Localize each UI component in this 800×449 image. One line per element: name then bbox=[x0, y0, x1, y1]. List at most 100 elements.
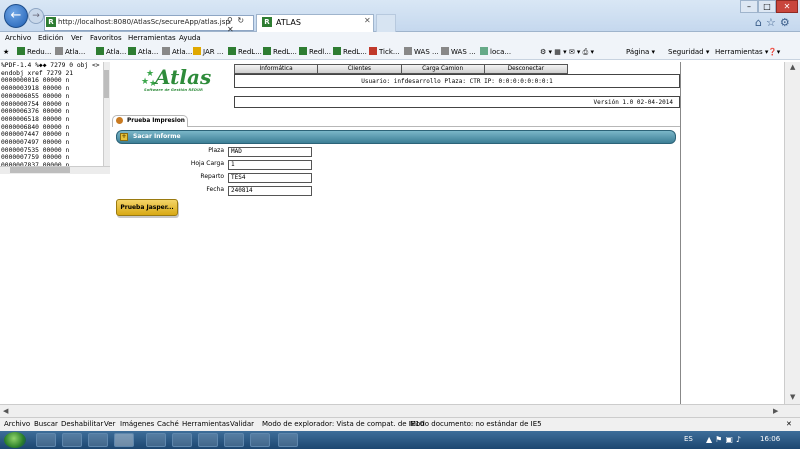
pdf-line: 0000006518 00000 n bbox=[1, 115, 70, 123]
dev-archivo[interactable]: Archivo bbox=[4, 420, 30, 429]
menu-ver[interactable]: Ver bbox=[71, 33, 82, 43]
section-header[interactable] bbox=[116, 130, 676, 144]
favorite-link[interactable]: Atla... bbox=[128, 47, 158, 57]
hoja-carga-label: Hoja Carga bbox=[190, 160, 224, 167]
command-icons[interactable]: ⚙ ▾ ▦ ▾ ✉ ▾ ⎙ ▾ bbox=[540, 47, 594, 57]
nav-informatica[interactable]: Informática bbox=[235, 65, 319, 73]
tab-close-icon[interactable]: ✕ bbox=[364, 16, 371, 25]
page-vscroll[interactable]: ▲ ▼ bbox=[784, 62, 800, 404]
pdf-line: %PDF-1.4 %◆◆ 7279 0 obj <> bbox=[1, 62, 100, 69]
favorite-link[interactable]: Tick... bbox=[369, 47, 400, 57]
dev-validar[interactable]: Validar bbox=[230, 420, 254, 429]
menu-ayuda[interactable]: Ayuda bbox=[179, 33, 201, 43]
tab-atlas[interactable] bbox=[256, 14, 374, 32]
favorite-link[interactable]: Atla... bbox=[162, 47, 192, 57]
back-button[interactable]: ← bbox=[4, 4, 28, 28]
dev-close-icon[interactable]: ✕ bbox=[786, 420, 792, 429]
command-pagina[interactable]: Página ▾ bbox=[626, 47, 655, 57]
scroll-down-icon[interactable]: ▼ bbox=[790, 393, 795, 401]
dev-cache[interactable]: Caché bbox=[157, 420, 179, 429]
taskbar-app-icon[interactable] bbox=[278, 433, 298, 447]
help-icon[interactable]: ❓▾ bbox=[768, 47, 780, 57]
maximize-icon[interactable]: □ bbox=[758, 0, 776, 13]
command-herramientas[interactable]: Herramientas ▾ bbox=[715, 47, 768, 57]
command-seguridad[interactable]: Seguridad ▾ bbox=[668, 47, 709, 57]
left-pane-hscroll-thumb[interactable] bbox=[10, 167, 70, 173]
tray-lang[interactable]: ES bbox=[684, 435, 693, 443]
favorite-link[interactable]: WAS ... bbox=[404, 47, 439, 57]
menu-herramientas[interactable]: Herramientas bbox=[128, 33, 176, 43]
search-icon[interactable]: ⚲ bbox=[227, 16, 234, 25]
favorite-link[interactable]: WAS ... bbox=[441, 47, 476, 57]
nav-desconectar[interactable]: Desconectar bbox=[484, 65, 567, 73]
taskbar-app-icon[interactable] bbox=[224, 433, 244, 447]
taskbar-app-icon[interactable] bbox=[198, 433, 218, 447]
favorites-star-icon[interactable]: ★ bbox=[3, 47, 9, 57]
favorite-link[interactable]: Redl... bbox=[299, 47, 331, 57]
favorite-link[interactable]: JAR ... bbox=[193, 47, 224, 57]
minimize-icon[interactable]: – bbox=[740, 0, 758, 13]
tab-prueba-impresion[interactable]: Prueba Impresion bbox=[112, 115, 188, 127]
dev-buscar[interactable]: Buscar bbox=[34, 420, 58, 429]
favorites-star-icon[interactable]: ☆ bbox=[766, 16, 780, 29]
taskbar-app-icon[interactable] bbox=[146, 433, 166, 447]
favorite-link[interactable]: Redu... bbox=[17, 47, 51, 57]
hoja-carga-input[interactable]: 1 bbox=[228, 160, 312, 170]
home-icon[interactable]: ⌂ bbox=[755, 16, 766, 29]
favorite-link[interactable]: RedL... bbox=[228, 47, 262, 57]
new-tab-button[interactable] bbox=[376, 14, 396, 32]
tray-icons[interactable]: ▲⚑▣♪ bbox=[706, 435, 744, 444]
favorite-link[interactable]: loca... bbox=[480, 47, 511, 57]
prueba-jasper-button[interactable]: Prueba Jasper... bbox=[116, 199, 178, 216]
window-close-icon[interactable]: ✕ bbox=[776, 0, 798, 13]
taskbar-app-icon[interactable] bbox=[88, 433, 108, 447]
browser-tools: ⌂☆⚙ bbox=[755, 16, 794, 29]
favorite-link[interactable]: RedL... bbox=[263, 47, 297, 57]
menu-edicion[interactable]: Edición bbox=[38, 33, 63, 43]
pdf-text-pane[interactable]: %PDF-1.4 %◆◆ 7279 0 obj <> endobj xref 7… bbox=[0, 62, 110, 174]
taskbar-app-icon[interactable] bbox=[172, 433, 192, 447]
document-mode[interactable]: Modo documento: no estándar de IE5 bbox=[410, 420, 542, 429]
nav-carga-camion[interactable]: Carga Camion bbox=[401, 65, 485, 73]
browser-mode[interactable]: Modo de explorador: Vista de compat. de … bbox=[262, 420, 424, 429]
left-pane-vscroll-thumb[interactable] bbox=[104, 70, 109, 98]
page-hscroll[interactable]: ◀ ▶ bbox=[0, 404, 800, 417]
section-title: Sacar Informe bbox=[133, 133, 181, 140]
gear-icon[interactable]: ⚙ bbox=[780, 16, 794, 29]
taskbar-app-icon[interactable] bbox=[114, 433, 134, 447]
content-border bbox=[680, 62, 681, 404]
nav-clientes[interactable]: Clientes bbox=[318, 65, 402, 73]
pdf-line: 0000006055 00000 n bbox=[1, 92, 70, 100]
dev-herramientas[interactable]: Herramientas bbox=[182, 420, 230, 429]
refresh-icon[interactable]: ↻ bbox=[237, 16, 245, 25]
tab-favicon-icon: R bbox=[262, 17, 272, 27]
address-url[interactable]: http://localhost:8080/AtlasSc/secureApp/… bbox=[58, 17, 230, 28]
taskbar-app-icon[interactable] bbox=[250, 433, 270, 447]
plaza-input[interactable]: MAD bbox=[228, 147, 312, 157]
taskbar-app-icon[interactable] bbox=[36, 433, 56, 447]
pdf-line: 0000007759 00000 n bbox=[1, 154, 70, 162]
scroll-up-icon[interactable]: ▲ bbox=[790, 63, 795, 71]
pdf-line: 0000007497 00000 n bbox=[1, 139, 70, 147]
expand-icon[interactable]: + bbox=[120, 133, 128, 141]
favorite-link[interactable]: Atla... bbox=[55, 47, 85, 57]
taskbar-app-icon[interactable] bbox=[62, 433, 82, 447]
forward-button[interactable]: → bbox=[28, 8, 44, 24]
scroll-right-icon[interactable]: ▶ bbox=[773, 407, 778, 415]
dev-ver[interactable]: Ver bbox=[104, 420, 115, 429]
pdf-line: 0000006376 00000 n bbox=[1, 108, 70, 116]
window-controls: – □ ✕ bbox=[740, 0, 800, 14]
menu-archivo[interactable]: Archivo bbox=[5, 33, 31, 43]
scroll-left-icon[interactable]: ◀ bbox=[3, 407, 8, 415]
dev-imagenes[interactable]: Imágenes bbox=[120, 420, 154, 429]
favorite-link[interactable]: RedL... bbox=[333, 47, 367, 57]
logo-subtitle: Software de Gestión REDUR bbox=[144, 88, 203, 92]
fecha-input[interactable]: 240814 bbox=[228, 186, 312, 196]
favorite-link[interactable]: Atla... bbox=[96, 47, 126, 57]
tab-title[interactable]: ATLAS bbox=[276, 17, 301, 28]
reparto-input[interactable]: TES4 bbox=[228, 173, 312, 183]
menu-favoritos[interactable]: Favoritos bbox=[90, 33, 122, 43]
start-button[interactable] bbox=[4, 432, 26, 448]
dev-deshabilitar[interactable]: Deshabilitar bbox=[61, 420, 103, 429]
clock[interactable]: 16:06 bbox=[760, 435, 780, 443]
